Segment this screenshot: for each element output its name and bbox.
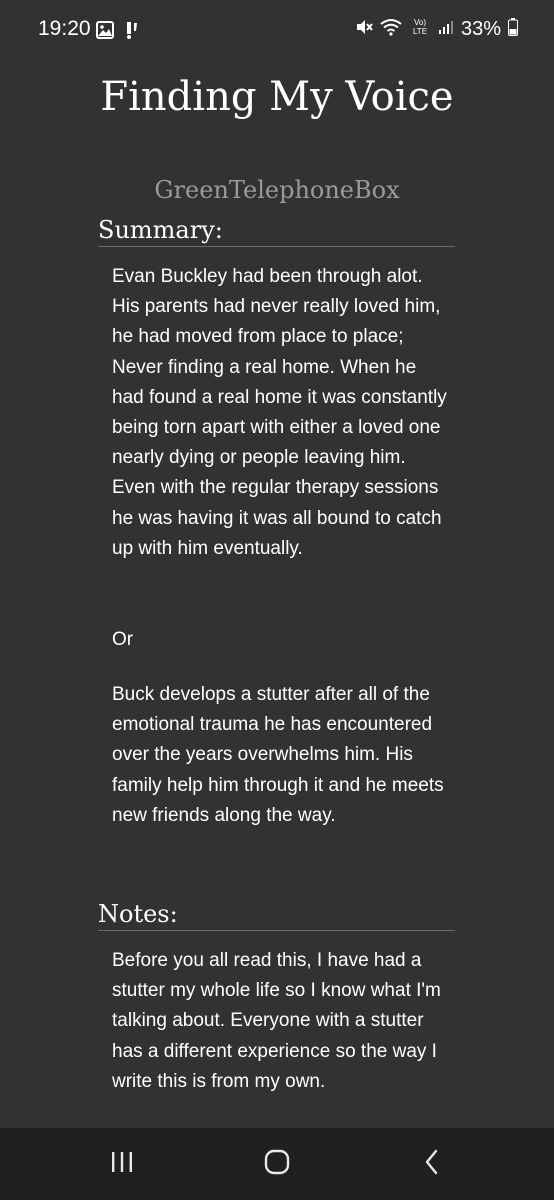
recent-apps-button[interactable]	[102, 1146, 142, 1182]
summary-heading: Summary:	[98, 216, 455, 247]
signal-icon	[438, 19, 454, 40]
missed-call-icon	[122, 20, 138, 45]
summary-paragraph: Or	[112, 629, 134, 650]
notes-paragraph: Before you all read this, I have had a s…	[112, 950, 441, 1092]
svg-text:Vo): Vo)	[414, 18, 426, 27]
navigation-bar	[0, 1128, 554, 1200]
mute-icon	[355, 18, 373, 41]
back-button[interactable]	[412, 1146, 452, 1182]
home-button[interactable]	[257, 1146, 297, 1182]
work-author[interactable]: GreenTelephoneBox	[0, 176, 554, 204]
status-time: 19:20	[38, 17, 91, 40]
status-left-icons	[96, 20, 138, 45]
home-icon	[263, 1148, 291, 1181]
summary-paragraph: Evan Buckley had been through alot. His …	[112, 266, 447, 559]
volte-icon: Vo) LTE	[409, 17, 431, 42]
back-icon	[422, 1149, 442, 1180]
status-right-icons: Vo) LTE 33%	[355, 17, 518, 42]
work-title: Finding My Voice	[100, 74, 454, 120]
reader-content[interactable]: Finding My Voice GreenTelephoneBox Summa…	[0, 62, 554, 1128]
recent-apps-icon	[109, 1150, 135, 1179]
summary-paragraph: Buck develops a stutter after all of the…	[112, 684, 444, 826]
svg-text:LTE: LTE	[413, 27, 427, 36]
battery-icon	[508, 18, 518, 41]
wifi-icon	[380, 18, 402, 41]
image-icon	[96, 21, 114, 44]
status-bar: 19:20 Vo) LTE 33%	[0, 0, 554, 62]
battery-percent: 33%	[460, 18, 501, 40]
notes-heading: Notes:	[98, 900, 455, 931]
